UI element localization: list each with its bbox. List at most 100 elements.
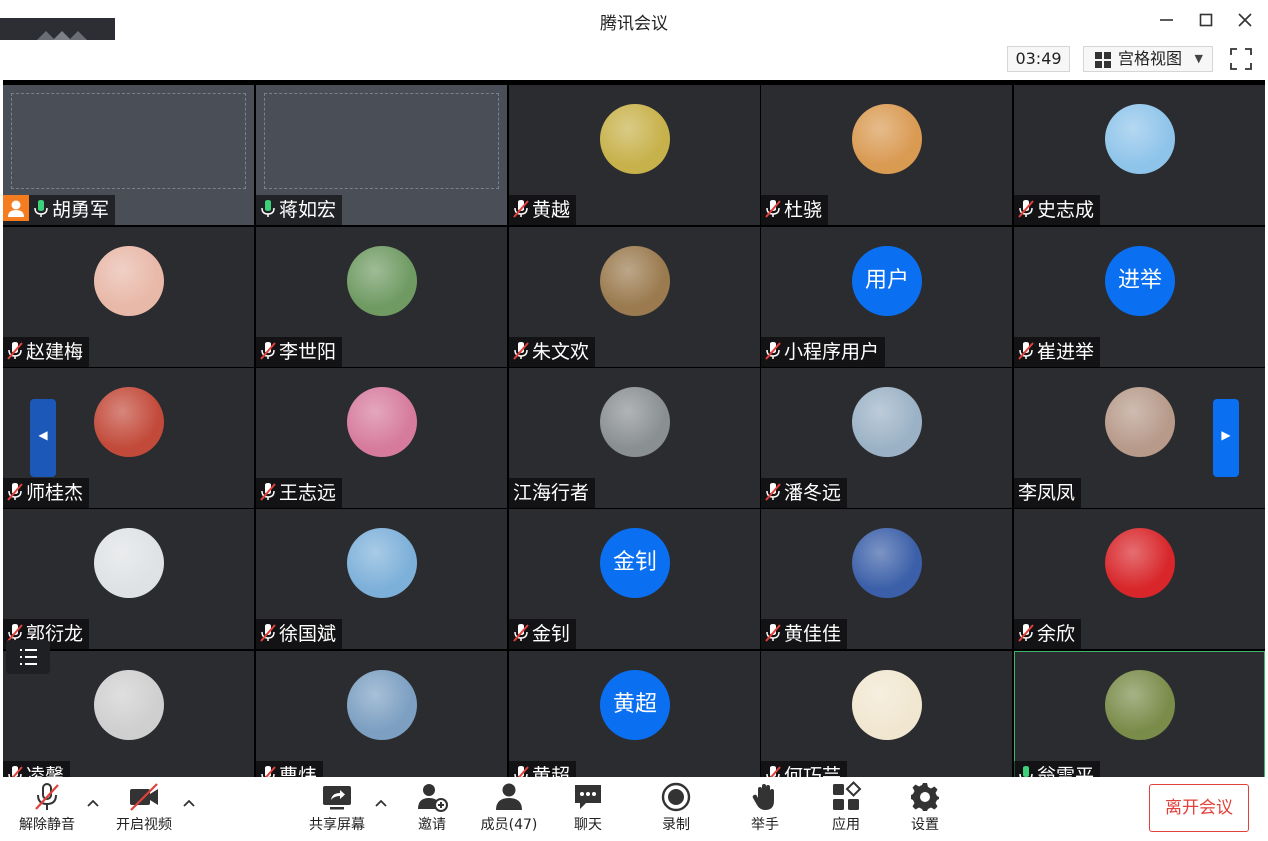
avatar (94, 387, 164, 457)
settings-button[interactable]: 设置 (897, 777, 953, 841)
maximize-icon (1199, 13, 1213, 27)
apps-button[interactable]: 应用 (818, 777, 874, 841)
chevron-up-icon[interactable] (182, 797, 196, 809)
participant-tile[interactable]: 王志远 (256, 368, 507, 508)
participant-name-tag: 蒋如宏 (256, 195, 343, 225)
participant-tile[interactable]: 史志成 (1014, 85, 1265, 225)
participant-name: 小程序用户 (784, 341, 880, 363)
start-video-button[interactable]: 开启视频 (110, 777, 178, 841)
apps-label: 应用 (832, 817, 860, 833)
participant-name-tag: 黄超 (509, 761, 577, 777)
participant-name-tag: 小程序用户 (761, 337, 886, 367)
participant-tile[interactable]: 潘冬远 (761, 368, 1012, 508)
participant-name-tag: 徐国斌 (256, 619, 343, 649)
record-button[interactable]: 录制 (648, 777, 704, 841)
prev-page-button[interactable]: ◀ (30, 399, 56, 477)
participant-tile[interactable]: 杜骁 (761, 85, 1012, 225)
apps-icon (833, 781, 862, 810)
avatar (347, 670, 417, 740)
participant-tile[interactable]: 胡勇军 (3, 85, 254, 225)
participant-tile[interactable]: 朱文欢 (509, 227, 760, 367)
avatar (1105, 387, 1175, 457)
minimize-button[interactable] (1152, 6, 1180, 34)
invite-button[interactable]: 邀请 (404, 777, 460, 841)
participant-name-tag: 赵建梅 (3, 337, 90, 367)
participant-name: 凌馨 (26, 765, 65, 777)
view-selector-label: 宫格视图 (1118, 49, 1183, 68)
participant-tile[interactable]: 赵建梅 (3, 227, 254, 367)
participant-tile[interactable]: 黄越 (509, 85, 760, 225)
participant-tile[interactable]: 金钊 金钊 (509, 509, 760, 649)
record-icon (661, 782, 691, 812)
mic-muted-icon (765, 342, 781, 360)
participant-name: 李凤凤 (1018, 482, 1076, 504)
avatar (852, 104, 922, 174)
share-screen-icon (323, 786, 351, 810)
participant-name: 徐国斌 (279, 623, 337, 645)
avatar: 金钊 (600, 528, 670, 598)
chevron-up-icon[interactable] (86, 797, 100, 809)
start-video-label: 开启视频 (116, 817, 172, 833)
mic-muted-icon (765, 483, 781, 501)
participant-tile[interactable]: 黄超 黄超 (509, 651, 760, 777)
fullscreen-button[interactable] (1228, 46, 1254, 72)
members-button[interactable]: 成员(47) (476, 777, 542, 841)
window-title: 腾讯会议 (600, 14, 668, 34)
chat-button[interactable]: 聊天 (560, 777, 616, 841)
avatar (94, 528, 164, 598)
leave-meeting-button[interactable]: 离开会议 (1149, 784, 1249, 832)
raise-hand-button[interactable]: 举手 (737, 777, 793, 841)
fullscreen-icon (1230, 48, 1252, 70)
top-toolbar (0, 40, 1268, 78)
participant-name: 蒋如宏 (279, 199, 337, 221)
mic-muted-icon (35, 783, 59, 810)
participant-tile[interactable]: 郭衍龙 (3, 509, 254, 649)
participant-tile[interactable]: 曹炜 (256, 651, 507, 777)
participant-tile[interactable]: 黄佳佳 (761, 509, 1012, 649)
grid-view-icon (1095, 52, 1111, 68)
mic-icon (34, 200, 48, 217)
participant-tile[interactable]: 翁雪平 (1014, 651, 1265, 777)
participant-tile[interactable]: 何巧芸 (761, 651, 1012, 777)
members-label: 成员(47) (480, 817, 538, 833)
close-button[interactable] (1231, 6, 1259, 34)
participant-tile[interactable]: 余欣 (1014, 509, 1265, 649)
maximize-button[interactable] (1192, 6, 1220, 34)
next-page-button[interactable]: ▶ (1213, 399, 1239, 477)
chat-icon (575, 785, 601, 809)
mic-muted-icon (8, 766, 23, 777)
participant-name: 师桂杰 (26, 482, 84, 504)
share-screen-label: 共享屏幕 (309, 817, 365, 833)
host-icon (3, 195, 29, 221)
participant-tile[interactable]: 江海行者 (509, 368, 760, 508)
participant-name-tag: 翁雪平 (1014, 761, 1101, 777)
add-user-icon (418, 784, 448, 812)
avatar (600, 246, 670, 316)
avatar: 黄超 (600, 670, 670, 740)
participant-name-tag: 黄佳佳 (761, 619, 848, 649)
participant-tile[interactable]: 进举 崔进举 (1014, 227, 1265, 367)
participant-name: 江海行者 (513, 482, 590, 504)
avatar (347, 528, 417, 598)
participant-name: 杜骁 (784, 199, 823, 221)
participant-list-toggle[interactable] (6, 640, 50, 674)
avatar (94, 246, 164, 316)
title-bar: 腾讯会议 (0, 0, 1268, 40)
participant-tile[interactable]: 李世阳 (256, 227, 507, 367)
participant-tile[interactable]: 蒋如宏 (256, 85, 507, 225)
chevron-up-icon[interactable] (374, 797, 388, 809)
avatar: 用户 (852, 246, 922, 316)
participant-name-tag: 凌馨 (3, 761, 71, 777)
view-selector[interactable]: 宫格视图 ▼ (1083, 46, 1213, 72)
share-screen-button[interactable]: 共享屏幕 (304, 777, 370, 841)
participant-name: 黄佳佳 (784, 623, 842, 645)
participant-tile[interactable]: 徐国斌 (256, 509, 507, 649)
mic-icon (261, 200, 275, 217)
participant-name-tag: 余欣 (1014, 619, 1082, 649)
unmute-button[interactable]: 解除静音 (14, 777, 80, 841)
mic-muted-icon (261, 766, 276, 777)
participant-name-tag: 杜骁 (761, 195, 829, 225)
mic-muted-icon (1018, 624, 1034, 642)
participant-name-tag: 曹炜 (256, 761, 324, 777)
participant-tile[interactable]: 用户小程序用户 (761, 227, 1012, 367)
